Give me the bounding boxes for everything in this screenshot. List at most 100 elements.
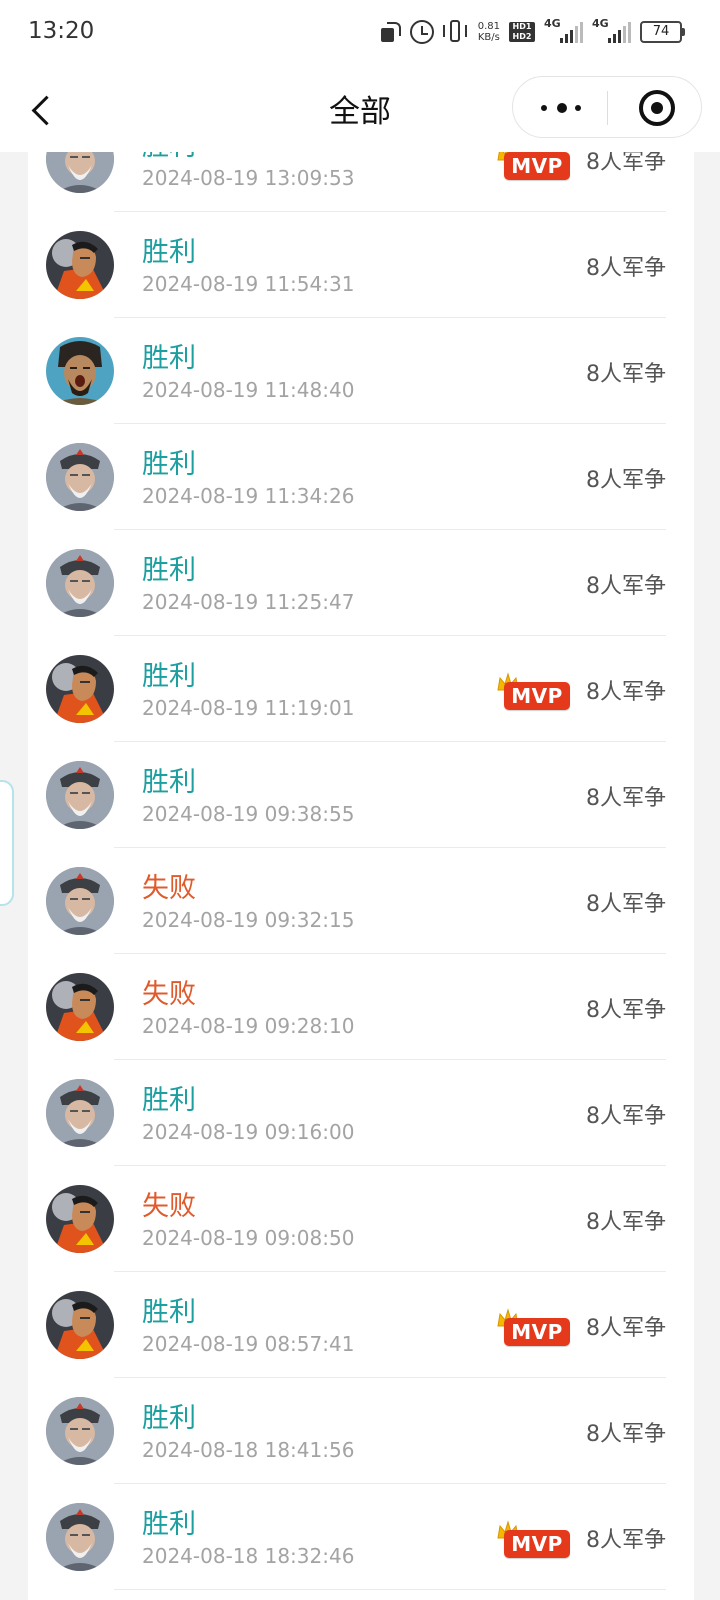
game-mode: 8人军争 [586, 1316, 666, 1341]
game-mode: 8人军争 [586, 256, 666, 281]
target-icon[interactable] [639, 90, 675, 126]
mini-program-capsule [512, 76, 702, 138]
record-row[interactable]: 胜利 2024-08-19 11:54:31 MVP 8人军争 [28, 212, 694, 318]
record-row[interactable]: 胜利 2024-08-19 11:48:40 MVP 8人军争 [28, 318, 694, 424]
hd-icon: HD1 HD2 [509, 22, 535, 42]
record-time: 2024-08-19 11:54:31 [142, 272, 355, 296]
network-speed-value: 0.81 [477, 21, 500, 32]
mvp-badge: MVP [496, 152, 570, 182]
result-label: 胜利 [142, 1085, 196, 1116]
game-mode: 8人军争 [586, 998, 666, 1023]
vibrate-icon [442, 20, 469, 44]
status-icons: 0.81 KB/s HD1 HD2 4G 4G 74 [379, 17, 685, 46]
game-mode: 8人军争 [586, 1422, 666, 1447]
record-row[interactable]: 胜利 2024-08-19 09:38:55 MVP 8人军争 [28, 742, 694, 848]
hero-avatar [46, 231, 114, 299]
network-type-2: 4G [592, 17, 609, 30]
mvp-badge: MVP [496, 672, 570, 712]
game-mode: 8人军争 [586, 786, 666, 811]
record-time: 2024-08-19 09:28:10 [142, 1014, 355, 1038]
record-row[interactable]: 胜利 2024-08-18 18:32:46 MVP 8人军争 [28, 1484, 694, 1590]
signal-icon-2: 4G [592, 17, 631, 43]
record-list: 胜利 2024-08-19 13:09:53 MVP 8人军争 胜利 2024-… [28, 152, 694, 1590]
result-label: 胜利 [142, 237, 196, 268]
mvp-label: MVP [504, 682, 570, 710]
hero-avatar [46, 443, 114, 511]
hero-avatar [46, 1397, 114, 1465]
mvp-label: MVP [504, 1318, 570, 1346]
record-row[interactable]: 胜利 2024-08-19 13:09:53 MVP 8人军争 [28, 152, 694, 212]
mvp-badge: MVP [496, 1520, 570, 1560]
network-type-1: 4G [544, 17, 561, 30]
game-mode: 8人军争 [586, 574, 666, 599]
hero-avatar [46, 549, 114, 617]
game-mode: 8人军争 [586, 152, 666, 175]
result-label: 胜利 [142, 555, 196, 586]
record-row[interactable]: 失败 2024-08-19 09:28:10 MVP 8人军争 [28, 954, 694, 1060]
record-row[interactable]: 胜利 2024-08-19 08:57:41 MVP 8人军争 [28, 1272, 694, 1378]
network-speed: 0.81 KB/s [478, 21, 500, 43]
alarm-icon [409, 20, 434, 44]
record-time: 2024-08-19 09:38:55 [142, 802, 355, 826]
result-label: 胜利 [142, 661, 196, 692]
record-time: 2024-08-19 08:57:41 [142, 1332, 355, 1356]
game-mode: 8人军争 [586, 1104, 666, 1129]
record-time: 2024-08-19 13:09:53 [142, 166, 355, 190]
more-dots-icon[interactable] [537, 90, 587, 126]
game-mode: 8人军争 [586, 1528, 666, 1553]
record-row[interactable]: 失败 2024-08-19 09:08:50 MVP 8人军争 [28, 1166, 694, 1272]
game-mode: 8人军争 [586, 468, 666, 493]
network-speed-unit: KB/s [477, 32, 500, 43]
mvp-label: MVP [504, 1530, 570, 1558]
mvp-badge: MVP [496, 1308, 570, 1348]
result-label: 胜利 [142, 449, 196, 480]
record-time: 2024-08-19 09:08:50 [142, 1226, 355, 1250]
record-row[interactable]: 胜利 2024-08-19 09:16:00 MVP 8人军争 [28, 1060, 694, 1166]
hero-avatar [46, 867, 114, 935]
hero-avatar [46, 1291, 114, 1359]
result-label: 失败 [142, 979, 196, 1010]
record-time: 2024-08-18 18:32:46 [142, 1544, 355, 1568]
status-time: 13:20 [28, 18, 95, 44]
game-mode: 8人军争 [586, 680, 666, 705]
record-time: 2024-08-19 11:19:01 [142, 696, 355, 720]
mvp-label: MVP [504, 152, 570, 180]
record-row[interactable]: 失败 2024-08-19 09:32:15 MVP 8人军争 [28, 848, 694, 954]
hero-avatar [46, 152, 114, 193]
record-time: 2024-08-19 11:25:47 [142, 590, 355, 614]
signal-icon: 4G [544, 17, 583, 43]
side-float-tab[interactable] [0, 780, 14, 906]
game-mode: 8人军争 [586, 1210, 666, 1235]
hero-avatar [46, 761, 114, 829]
result-label: 胜利 [142, 1297, 196, 1328]
game-mode: 8人军争 [586, 892, 666, 917]
record-row[interactable]: 胜利 2024-08-19 11:34:26 MVP 8人军争 [28, 424, 694, 530]
hero-avatar [46, 1079, 114, 1147]
record-row[interactable]: 胜利 2024-08-18 18:41:56 MVP 8人军争 [28, 1378, 694, 1484]
game-mode: 8人军争 [586, 362, 666, 387]
record-row[interactable]: 胜利 2024-08-19 11:25:47 MVP 8人军争 [28, 530, 694, 636]
hd-label-2: HD2 [512, 32, 532, 41]
nav-bar: 全部 [0, 66, 720, 152]
result-label: 胜利 [142, 767, 196, 798]
record-time: 2024-08-18 18:41:56 [142, 1438, 355, 1462]
hero-avatar [46, 973, 114, 1041]
record-time: 2024-08-19 09:16:00 [142, 1120, 355, 1144]
result-label: 胜利 [142, 1403, 196, 1434]
result-label: 失败 [142, 1191, 196, 1222]
screen-rotation-icon [379, 21, 401, 43]
record-time: 2024-08-19 11:48:40 [142, 378, 355, 402]
battery-icon: 74 [640, 21, 685, 43]
result-label: 胜利 [142, 343, 196, 374]
hd-label-1: HD1 [512, 22, 532, 31]
hero-avatar [46, 1185, 114, 1253]
record-time: 2024-08-19 11:34:26 [142, 484, 355, 508]
record-time: 2024-08-19 09:32:15 [142, 908, 355, 932]
hero-avatar [46, 337, 114, 405]
result-label: 失败 [142, 873, 196, 904]
record-row[interactable]: 胜利 2024-08-19 11:19:01 MVP 8人军争 [28, 636, 694, 742]
hero-avatar [46, 1503, 114, 1571]
result-label: 胜利 [142, 152, 196, 163]
status-bar: 13:20 0.81 KB/s HD1 HD2 4G 4G 74 [0, 0, 720, 66]
capsule-divider [607, 91, 608, 125]
